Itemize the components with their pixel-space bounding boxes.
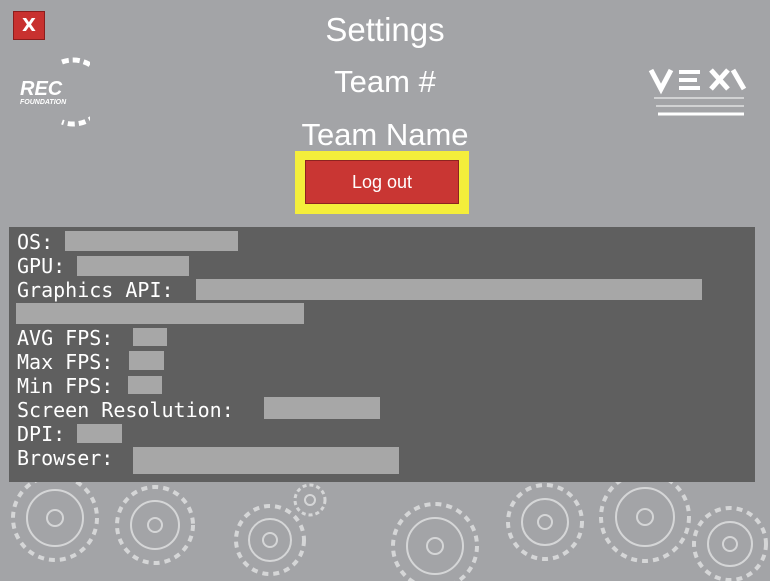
system-info-panel: OS: GPU: Graphics API: AVG FPS: Max FPS:… (9, 227, 755, 482)
gpu-label: GPU: (17, 254, 66, 278)
logout-button[interactable]: Log out (305, 160, 459, 204)
logout-highlight: Log out (295, 151, 469, 214)
gear-icon (115, 485, 195, 565)
gear-icon (506, 483, 584, 561)
avg-fps-label: AVG FPS: (17, 326, 114, 350)
settings-title: Settings (325, 11, 445, 48)
gear-icon (692, 506, 768, 581)
gear-icon (234, 504, 306, 576)
settings-screen: X Settings Team # Team Name REC FOUNDATI… (0, 0, 770, 581)
rec-foundation-logo: REC FOUNDATION (20, 57, 90, 127)
gear-icon (599, 471, 691, 563)
os-redaction (65, 231, 238, 251)
min-fps-label: Min FPS: (17, 374, 114, 398)
team-name-label: Team Name (301, 117, 469, 152)
screen-resolution-label: Screen Resolution: (17, 398, 234, 422)
avg-fps-redaction (133, 328, 167, 346)
graphics-api-redaction-line-two (16, 303, 304, 324)
dpi-redaction (77, 424, 122, 443)
gear-icon (11, 474, 99, 562)
graphics-api-redaction (196, 279, 702, 300)
svg-text:FOUNDATION: FOUNDATION (20, 99, 67, 106)
screen-resolution-redaction (264, 397, 380, 419)
browser-label: Browser: (17, 446, 114, 470)
graphics-api-label: Graphics API: (17, 278, 174, 302)
gear-background (11, 471, 768, 581)
max-fps-redaction (129, 351, 164, 370)
max-fps-label: Max FPS: (17, 350, 114, 374)
dpi-label: DPI: (17, 422, 66, 446)
svg-text:REC: REC (20, 78, 63, 100)
vex-robotics-competition-logo (648, 68, 747, 116)
gear-icon (293, 483, 327, 517)
min-fps-redaction (128, 376, 162, 394)
gear-icon (391, 502, 479, 581)
gpu-redaction (77, 256, 189, 276)
os-label: OS: (17, 230, 54, 254)
browser-redaction (133, 447, 399, 474)
